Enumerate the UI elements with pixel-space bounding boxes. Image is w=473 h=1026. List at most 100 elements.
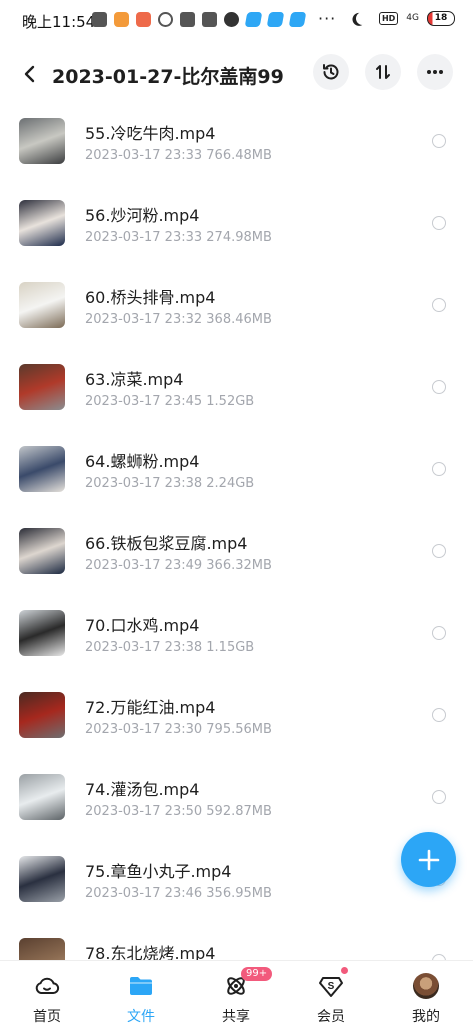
file-row[interactable]: 78.东北烧烤.mp4 [0, 938, 473, 960]
app-notification-icon [136, 12, 151, 27]
file-meta: 2023-03-17 23:32 368.46MB [85, 312, 272, 327]
tab-share[interactable]: 99+ 共享 [189, 961, 283, 1025]
history-icon [323, 64, 339, 80]
page-title: 2023-01-27-比尔盖南99... [52, 66, 284, 88]
select-checkbox[interactable] [432, 790, 446, 804]
app-notification-icon [114, 12, 129, 27]
avatar [413, 973, 439, 999]
app-notification-icon [202, 12, 217, 27]
file-name: 64.螺蛳粉.mp4 [85, 452, 200, 471]
file-row[interactable]: 55.冷吃牛肉.mp4 2023-03-17 23:33 766.48MB [0, 118, 473, 200]
more-button[interactable] [417, 54, 453, 90]
select-checkbox[interactable] [432, 134, 446, 148]
file-name: 75.章鱼小丸子.mp4 [85, 862, 232, 881]
video-thumbnail [19, 200, 65, 246]
file-row[interactable]: 66.铁板包浆豆腐.mp4 2023-03-17 23:49 366.32MB [0, 528, 473, 610]
more-notifications-icon: ··· [318, 9, 337, 28]
select-checkbox[interactable] [432, 380, 446, 394]
cloud-app-icon [244, 12, 263, 27]
file-meta: 2023-03-17 23:30 795.56MB [85, 722, 272, 737]
file-list[interactable]: 55.冷吃牛肉.mp4 2023-03-17 23:33 766.48MB 56.炒… [0, 98, 473, 960]
signal-icon: 4G [406, 13, 419, 23]
file-row[interactable]: 70.口水鸡.mp4 2023-03-17 23:38 1.15GB [0, 610, 473, 692]
share-badge: 99+ [241, 967, 273, 981]
more-horizontal-icon [427, 70, 443, 74]
app-header: 2023-01-27-比尔盖南99... [0, 52, 473, 98]
file-meta: 2023-03-17 23:46 356.95MB [85, 886, 272, 901]
check-icon [224, 12, 239, 27]
history-button[interactable] [313, 54, 349, 90]
tab-home[interactable]: 首页 [0, 961, 94, 1025]
file-meta: 2023-03-17 23:45 1.52GB [85, 394, 255, 409]
tab-home-label: 首页 [33, 1009, 61, 1025]
battery-level: 18 [434, 13, 448, 23]
tab-share-label: 共享 [222, 1009, 250, 1025]
file-meta: 2023-03-17 23:38 1.15GB [85, 640, 255, 655]
svg-text:S: S [328, 981, 335, 992]
app-notification-icon [180, 12, 195, 27]
file-row[interactable]: 64.螺蛳粉.mp4 2023-03-17 23:38 2.24GB [0, 446, 473, 528]
tab-vip-label: 会员 [317, 1009, 345, 1025]
file-name: 56.炒河粉.mp4 [85, 206, 200, 225]
tab-vip[interactable]: S 会员 [284, 961, 378, 1025]
system-icons: HD 4G 18 [356, 11, 455, 26]
video-thumbnail [19, 118, 65, 164]
video-thumbnail [19, 938, 65, 960]
file-name: 74.灌汤包.mp4 [85, 780, 200, 799]
file-meta: 2023-03-17 23:33 274.98MB [85, 230, 272, 245]
file-row[interactable]: 63.凉菜.mp4 2023-03-17 23:45 1.52GB [0, 364, 473, 446]
folder-icon [130, 977, 152, 995]
file-meta: 2023-03-17 23:49 366.32MB [85, 558, 272, 573]
cloud-app-icon [266, 12, 285, 27]
select-checkbox[interactable] [432, 626, 446, 640]
file-name: 60.桥头排骨.mp4 [85, 288, 216, 307]
file-meta: 2023-03-17 23:38 2.24GB [85, 476, 255, 491]
sort-icon [376, 65, 390, 79]
video-thumbnail [19, 364, 65, 410]
file-name: 63.凉菜.mp4 [85, 370, 184, 389]
file-name: 72.万能红油.mp4 [85, 698, 216, 717]
video-thumbnail [19, 774, 65, 820]
add-button[interactable] [401, 832, 456, 887]
message-icon [92, 12, 107, 27]
battery-icon: 18 [427, 11, 455, 26]
select-checkbox[interactable] [432, 216, 446, 230]
file-row[interactable]: 74.灌汤包.mp4 2023-03-17 23:50 592.87MB [0, 774, 473, 856]
file-meta: 2023-03-17 23:50 592.87MB [85, 804, 272, 819]
plus-icon [418, 849, 439, 870]
chevron-left-icon [24, 65, 35, 83]
sort-button[interactable] [365, 54, 401, 90]
select-checkbox[interactable] [432, 462, 446, 476]
bottom-nav: 首页 文件 99+ 共享 S 会员 我的 [0, 960, 473, 1025]
file-name: 66.铁板包浆豆腐.mp4 [85, 534, 248, 553]
video-thumbnail [19, 610, 65, 656]
file-row[interactable]: 60.桥头排骨.mp4 2023-03-17 23:32 368.46MB [0, 282, 473, 364]
notification-icons [92, 12, 307, 27]
video-thumbnail [19, 446, 65, 492]
video-thumbnail [19, 528, 65, 574]
do-not-disturb-icon [354, 10, 371, 27]
cloud-app-icon [288, 12, 307, 27]
file-name: 70.口水鸡.mp4 [85, 616, 200, 635]
vip-dot [341, 967, 348, 974]
back-button[interactable] [18, 60, 42, 88]
video-thumbnail [19, 856, 65, 902]
status-bar: 晚上11:54 ··· HD 4G 18 [0, 0, 473, 40]
tab-me[interactable]: 我的 [379, 961, 473, 1025]
select-checkbox[interactable] [432, 708, 446, 722]
select-checkbox[interactable] [432, 544, 446, 558]
select-checkbox[interactable] [432, 298, 446, 312]
hd-icon: HD [378, 12, 399, 25]
status-time: 晚上11:54 [22, 13, 96, 31]
file-name: 55.冷吃牛肉.mp4 [85, 124, 216, 143]
cloud-home-icon [35, 977, 60, 994]
file-row[interactable]: 72.万能红油.mp4 2023-03-17 23:30 795.56MB [0, 692, 473, 774]
alarm-icon [158, 12, 173, 27]
video-thumbnail [19, 282, 65, 328]
file-meta: 2023-03-17 23:33 766.48MB [85, 148, 272, 163]
tab-files[interactable]: 文件 [94, 961, 188, 1025]
vip-diamond-icon: S [319, 977, 343, 997]
video-thumbnail [19, 692, 65, 738]
tab-me-label: 我的 [412, 1009, 440, 1025]
file-row[interactable]: 56.炒河粉.mp4 2023-03-17 23:33 274.98MB [0, 200, 473, 282]
